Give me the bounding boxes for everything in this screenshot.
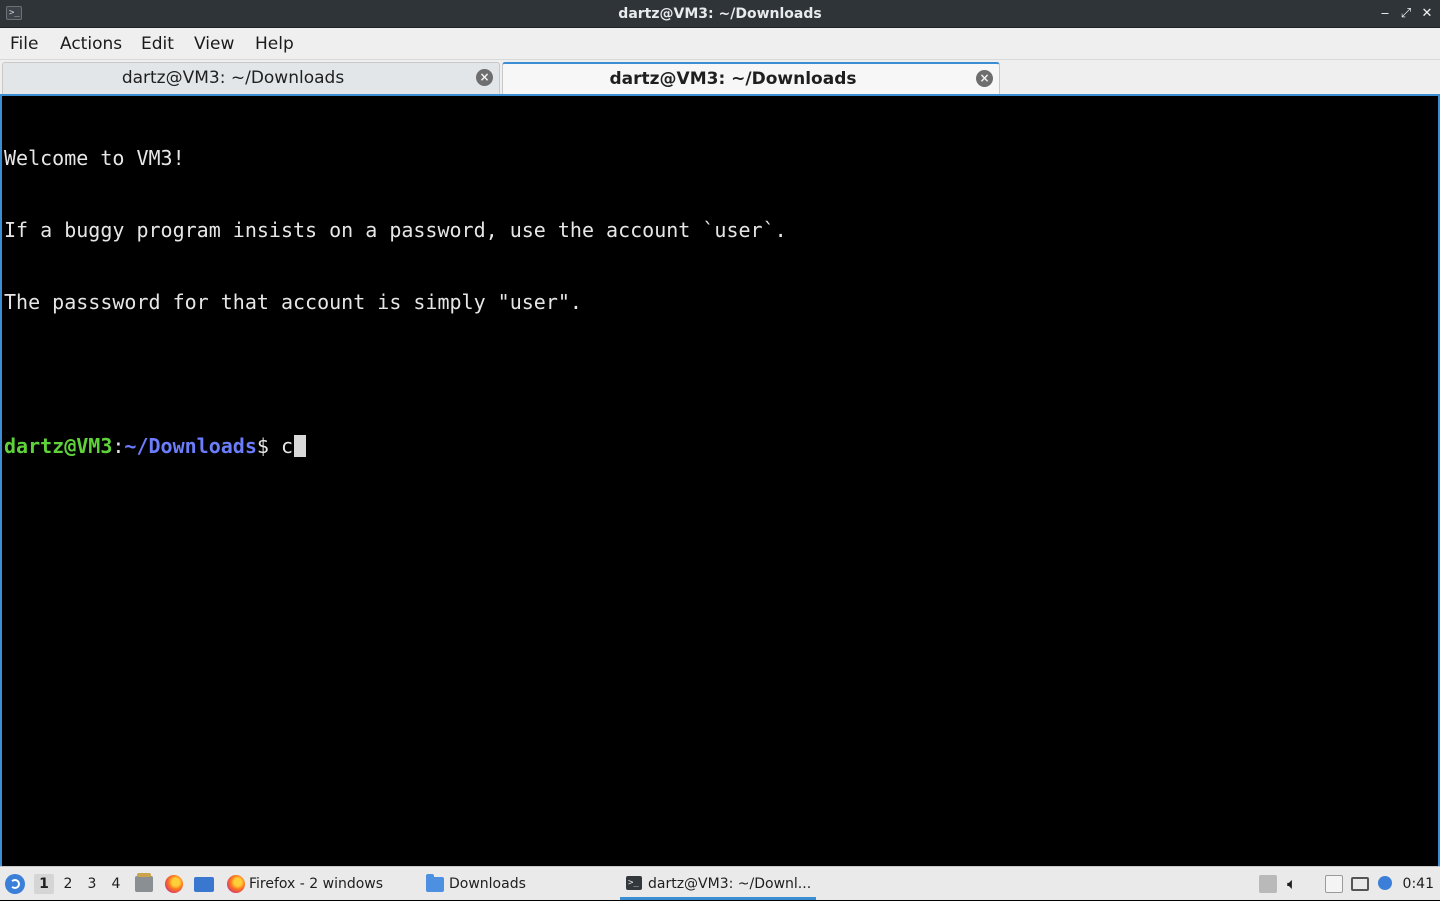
terminal-line: Welcome to VM3! — [4, 146, 185, 170]
network-icon[interactable] — [1351, 877, 1369, 891]
task-firefox[interactable]: Firefox - 2 windows — [249, 867, 383, 901]
menu-bar: File Actions Edit View Help — [0, 28, 1440, 60]
menu-edit[interactable]: Edit — [141, 28, 174, 60]
terminal-line: The passsword for that account is simply… — [4, 290, 582, 314]
desktop-4-button[interactable]: 4 — [106, 874, 126, 894]
start-menu-icon[interactable] — [5, 874, 25, 894]
menu-file[interactable]: File — [10, 28, 38, 60]
clipboard-icon[interactable] — [1325, 875, 1343, 893]
window-title: dartz@VM3: ~/Downloads — [618, 6, 822, 22]
clock[interactable]: 0:41 — [1403, 867, 1434, 901]
firefox-task-icon — [227, 875, 245, 893]
tab-label: dartz@VM3: ~/Downloads — [609, 69, 857, 89]
tab-terminal-1[interactable]: dartz@VM3: ~/Downloads × — [2, 62, 500, 94]
menu-view[interactable]: View — [194, 28, 234, 60]
terminal-input[interactable]: c — [281, 434, 293, 458]
folder-icon — [426, 874, 444, 892]
minimize-button[interactable]: ‒ — [1376, 4, 1394, 24]
text-cursor — [294, 435, 307, 457]
file-manager-icon[interactable] — [135, 873, 153, 892]
maximize-button[interactable]: ⤢ — [1397, 4, 1415, 24]
task-terminal[interactable]: dartz@VM3: ~/Downl... — [648, 867, 811, 901]
terminal-output: Welcome to VM3! If a buggy program insis… — [4, 98, 787, 506]
terminal-line: If a buggy program insists on a password… — [4, 218, 787, 242]
close-button[interactable]: ✕ — [1418, 4, 1436, 24]
show-desktop-icon[interactable] — [194, 877, 214, 892]
panel-tray-icon[interactable] — [1259, 875, 1277, 893]
prompt-dollar: $ — [256, 434, 281, 458]
window-title-bar[interactable]: >_ dartz@VM3: ~/Downloads ‒ ⤢ ✕ — [0, 0, 1440, 28]
taskbar: 1 2 3 4 Firefox - 2 windows Downloads >_… — [0, 866, 1440, 900]
firefox-icon[interactable] — [165, 875, 183, 893]
volume-icon[interactable]: 🔈︎ — [1287, 875, 1305, 893]
prompt-path: ~/Downloads — [124, 434, 257, 458]
tab-close-icon[interactable]: × — [476, 69, 493, 86]
menu-help[interactable]: Help — [255, 28, 294, 60]
terminal-task-icon: >_ — [626, 876, 642, 890]
menu-actions[interactable]: Actions — [60, 28, 122, 60]
desktop-3-button[interactable]: 3 — [82, 874, 102, 894]
terminal-view[interactable]: Welcome to VM3! If a buggy program insis… — [0, 94, 1440, 866]
tab-terminal-2[interactable]: dartz@VM3: ~/Downloads × — [502, 62, 1000, 94]
tab-bar: dartz@VM3: ~/Downloads × dartz@VM3: ~/Do… — [0, 60, 1440, 94]
desktop-2-button[interactable]: 2 — [58, 874, 78, 894]
terminal-prompt-line[interactable]: dartz@VM3:~/Downloads$ c — [4, 434, 787, 458]
notification-icon[interactable] — [1378, 876, 1392, 890]
desktop-1-button[interactable]: 1 — [34, 874, 54, 894]
prompt-user-host: dartz@VM3 — [4, 434, 113, 458]
tab-close-icon[interactable]: × — [976, 70, 993, 87]
tab-label: dartz@VM3: ~/Downloads — [121, 68, 345, 88]
task-downloads[interactable]: Downloads — [449, 867, 526, 901]
prompt-colon: : — [112, 434, 125, 458]
